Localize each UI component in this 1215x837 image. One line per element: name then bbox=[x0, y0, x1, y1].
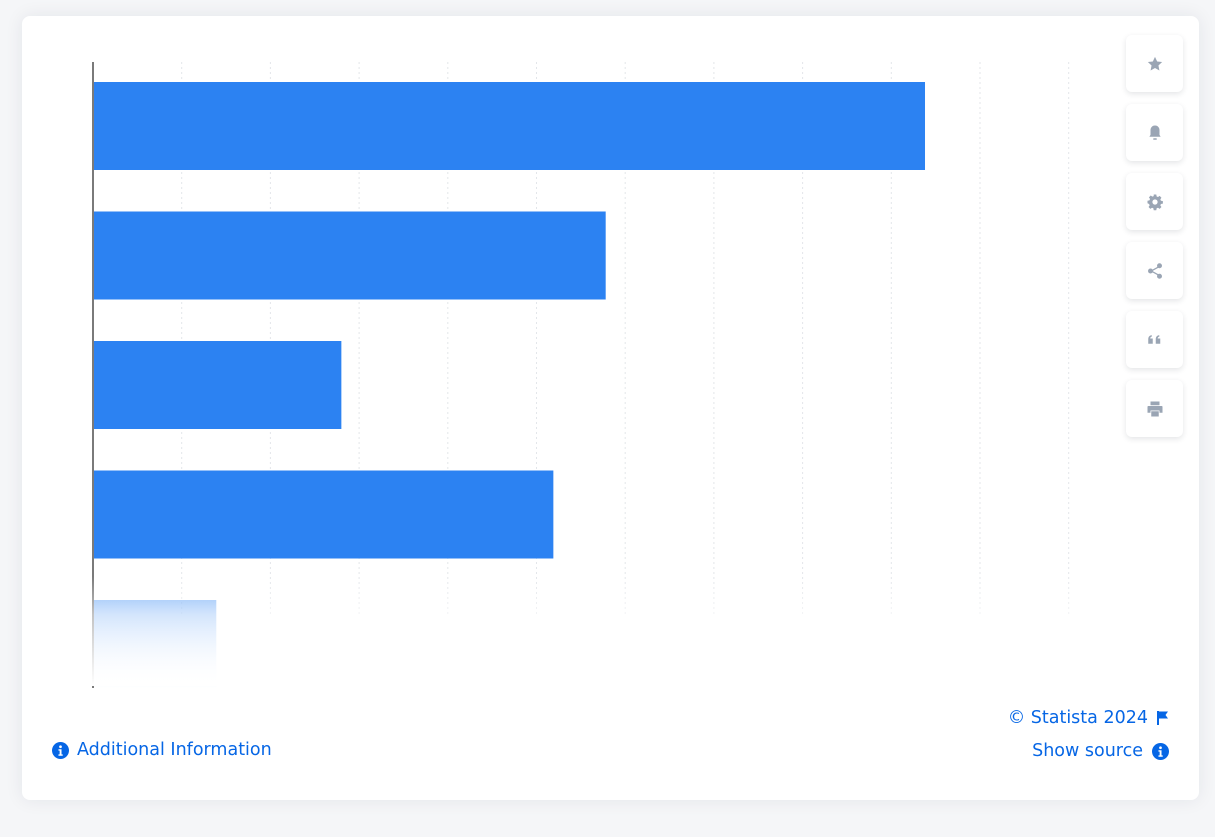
bar-5[interactable] bbox=[93, 600, 217, 688]
show-source-link[interactable]: Show source bbox=[1032, 741, 1169, 761]
copyright-label: © Statista 2024 bbox=[1007, 708, 1148, 728]
notification-button[interactable] bbox=[1126, 104, 1183, 161]
star-icon bbox=[1147, 56, 1162, 70]
flag-icon bbox=[1157, 711, 1168, 725]
favorite-button[interactable] bbox=[1126, 35, 1183, 92]
printer-icon bbox=[1147, 401, 1162, 416]
bar-4[interactable] bbox=[93, 470, 554, 559]
settings-button[interactable] bbox=[1126, 173, 1183, 230]
additional-information-link[interactable]: Additional Information bbox=[52, 740, 272, 760]
bar-1[interactable] bbox=[93, 82, 926, 170]
share-icon bbox=[1147, 262, 1162, 279]
bar-3[interactable] bbox=[93, 341, 342, 429]
info-icon bbox=[52, 741, 69, 759]
footer-source: © Statista 2024 Show source bbox=[1008, 708, 1169, 761]
bell-icon bbox=[1148, 125, 1161, 140]
print-button[interactable] bbox=[1126, 380, 1183, 437]
bars bbox=[93, 82, 926, 688]
show-source-label: Show source bbox=[1032, 741, 1143, 761]
quote-icon bbox=[1147, 334, 1160, 344]
chart-card: Additional Information © Statista 2024 S… bbox=[22, 16, 1199, 800]
info-icon bbox=[1152, 742, 1169, 760]
share-button[interactable] bbox=[1126, 242, 1183, 299]
cite-button[interactable] bbox=[1126, 311, 1183, 368]
side-toolbar bbox=[1126, 35, 1183, 437]
additional-information-label: Additional Information bbox=[77, 740, 272, 760]
gear-icon bbox=[1147, 194, 1163, 210]
bar-chart bbox=[92, 62, 1070, 688]
bar-2[interactable] bbox=[93, 211, 606, 300]
copyright-link[interactable]: © Statista 2024 bbox=[1008, 708, 1169, 728]
